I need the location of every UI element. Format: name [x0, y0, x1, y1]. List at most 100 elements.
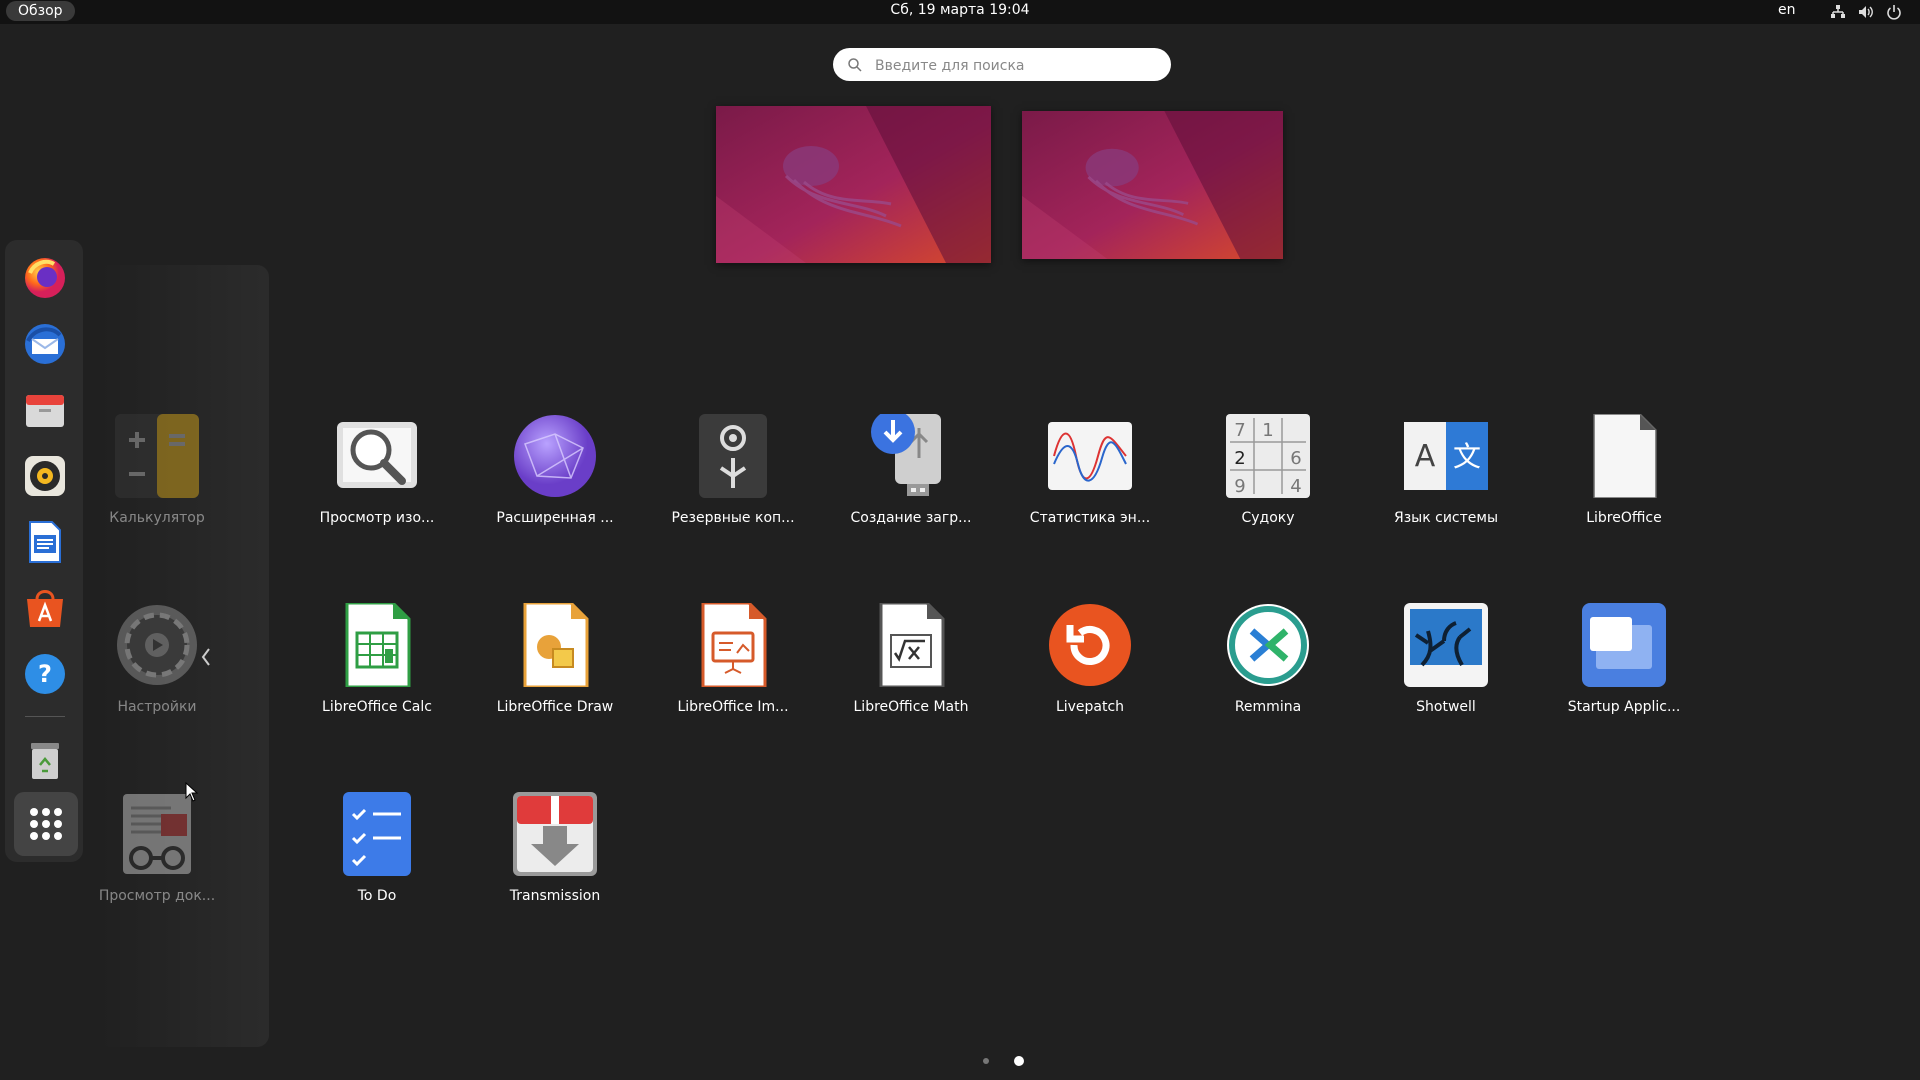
- app-label: LibreOffice: [1586, 510, 1662, 526]
- libreoffice-draw-icon: [523, 603, 589, 687]
- app-tile-startup-applications[interactable]: Startup Applic...: [1544, 603, 1704, 753]
- page-indicator-2[interactable]: [1014, 1056, 1024, 1066]
- dock-item-rhythmbox[interactable]: [15, 446, 75, 506]
- startup-disk-creator-icon: [871, 414, 941, 496]
- app-label: Расширенная ...: [496, 510, 614, 526]
- app-label: Shotwell: [1416, 699, 1476, 715]
- firefox-icon: [25, 258, 65, 298]
- app-label: Судоку: [1241, 510, 1295, 526]
- language-indicator[interactable]: en: [1778, 2, 1796, 18]
- trash-icon: [31, 743, 59, 779]
- thunderbird-icon: [25, 324, 65, 364]
- app-label: Transmission: [509, 888, 601, 904]
- livepatch-icon: [1049, 604, 1131, 686]
- remmina-icon: [1227, 604, 1309, 686]
- transmission-icon: [513, 792, 597, 876]
- app-tile-calculator[interactable]: Калькулятор: [77, 414, 237, 564]
- power-icon[interactable]: [1885, 3, 1903, 21]
- language-letter-latin: A: [1415, 439, 1436, 474]
- app-tile-libreoffice[interactable]: LibreOffice: [1544, 414, 1704, 564]
- wallpaper-jellyfish: [716, 106, 991, 263]
- network-icon[interactable]: [1829, 3, 1847, 21]
- app-tile-document-viewer[interactable]: Просмотр док...: [77, 792, 237, 942]
- app-label: Статистика эн...: [1029, 510, 1151, 526]
- workspace-thumbnail-2[interactable]: [1022, 111, 1283, 259]
- libreoffice-calc-icon: [345, 603, 411, 687]
- app-tile-transmission[interactable]: Transmission: [475, 792, 635, 942]
- app-label: To Do: [357, 888, 397, 904]
- app-label: Настройки: [117, 699, 197, 715]
- top-bar: Обзор Сб, 19 марта 19:04 en: [0, 0, 1920, 24]
- app-tile-sudoku[interactable]: 7 1 2 6 9 4 Судоку: [1188, 414, 1348, 564]
- dock-item-software[interactable]: [15, 578, 75, 638]
- app-tile-advanced-network[interactable]: Расширенная ...: [475, 414, 635, 564]
- app-label: Калькулятор: [109, 510, 205, 526]
- document-viewer-icon: [123, 794, 191, 874]
- app-label: Просмотр изо...: [319, 510, 435, 526]
- page-indicator-1[interactable]: [983, 1058, 989, 1064]
- app-label: LibreOffice Calc: [322, 699, 432, 715]
- dock-item-help[interactable]: ?: [15, 644, 75, 704]
- volume-icon[interactable]: [1857, 3, 1875, 21]
- settings-icon: [117, 605, 197, 685]
- image-viewer-icon: [337, 422, 417, 488]
- app-tile-power-statistics[interactable]: Статистика эн...: [1010, 414, 1170, 564]
- power-statistics-icon: [1048, 422, 1132, 490]
- clock[interactable]: Сб, 19 марта 19:04: [0, 2, 1920, 18]
- calculator-icon: [115, 414, 199, 498]
- app-label: Startup Applic...: [1567, 699, 1681, 715]
- language-support-icon: A 文: [1404, 422, 1488, 490]
- app-label: Резервные коп...: [671, 510, 795, 526]
- svg-text:?: ?: [38, 660, 52, 688]
- show-applications-button[interactable]: [14, 792, 78, 856]
- sudoku-digit: 7: [1234, 420, 1245, 441]
- advanced-network-icon: [514, 415, 596, 497]
- search-bar[interactable]: [833, 48, 1171, 83]
- sudoku-digit: 6: [1290, 448, 1301, 469]
- chevron-left-icon[interactable]: [200, 646, 212, 668]
- workspace-thumbnail-1[interactable]: [716, 106, 991, 263]
- sudoku-digit: 9: [1234, 476, 1245, 497]
- app-tile-image-viewer[interactable]: Просмотр изо...: [297, 414, 457, 564]
- todo-icon: [343, 792, 411, 876]
- app-label: Remmina: [1234, 699, 1302, 715]
- libreoffice-icon: [1593, 414, 1657, 498]
- startup-applications-icon: [1582, 603, 1666, 687]
- app-tile-settings[interactable]: Настройки: [77, 603, 237, 753]
- search-input[interactable]: [873, 48, 1157, 83]
- app-tile-remmina[interactable]: Remmina: [1188, 603, 1348, 753]
- app-tile-shotwell[interactable]: Shotwell: [1366, 603, 1526, 753]
- dock-item-writer[interactable]: [15, 512, 75, 572]
- dock-item-firefox[interactable]: [15, 248, 75, 308]
- apps-grid-icon: [30, 808, 62, 840]
- app-label: Создание загр...: [850, 510, 972, 526]
- app-label: Язык системы: [1393, 510, 1498, 526]
- app-label: LibreOffice Draw: [496, 699, 614, 715]
- help-icon: ?: [25, 654, 65, 694]
- shotwell-icon: [1404, 603, 1488, 687]
- app-tile-backups[interactable]: Резервные коп...: [653, 414, 813, 564]
- app-label: LibreOffice Math: [853, 699, 969, 715]
- app-tile-libreoffice-math[interactable]: LibreOffice Math: [831, 603, 991, 753]
- app-tile-language-support[interactable]: A 文 Язык системы: [1366, 414, 1526, 564]
- app-tile-libreoffice-calc[interactable]: LibreOffice Calc: [297, 603, 457, 753]
- sudoku-digit: 1: [1262, 420, 1273, 441]
- language-letter-cjk: 文: [1453, 440, 1481, 473]
- wallpaper-jellyfish: [1022, 111, 1283, 259]
- app-tile-startup-disk-creator[interactable]: Создание загр...: [831, 414, 991, 564]
- app-tile-libreoffice-draw[interactable]: LibreOffice Draw: [475, 603, 635, 753]
- app-tile-livepatch[interactable]: Livepatch: [1010, 603, 1170, 753]
- search-icon: [848, 58, 862, 72]
- files-icon: [26, 395, 64, 427]
- app-tile-todo[interactable]: To Do: [297, 792, 457, 942]
- dock-separator: [25, 716, 65, 717]
- dock-item-thunderbird[interactable]: [15, 314, 75, 374]
- dock-item-trash[interactable]: [15, 730, 75, 790]
- dock-item-files[interactable]: [15, 380, 75, 440]
- libreoffice-impress-icon: [701, 603, 767, 687]
- sudoku-digit: 2: [1234, 448, 1245, 469]
- rhythmbox-icon: [25, 456, 65, 496]
- software-icon: [27, 590, 63, 627]
- dock: ?: [5, 240, 83, 862]
- app-tile-libreoffice-impress[interactable]: LibreOffice Im...: [653, 603, 813, 753]
